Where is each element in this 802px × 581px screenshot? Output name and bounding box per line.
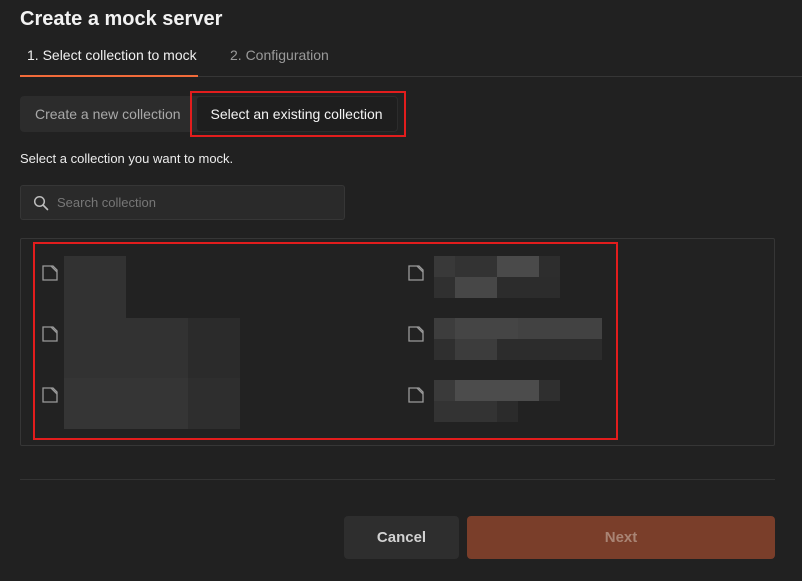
step-select-collection[interactable]: 1. Select collection to mock [20, 47, 198, 77]
collection-name-redacted [497, 401, 518, 422]
collection-name-redacted [455, 277, 497, 298]
collection-name-redacted [455, 380, 539, 401]
collection-name-redacted [518, 318, 602, 339]
cancel-button[interactable]: Cancel [344, 516, 459, 559]
collection-name-redacted [64, 318, 188, 378]
collection-name-redacted [188, 378, 240, 429]
collection-icon [408, 265, 424, 281]
dialog-title: Create a mock server [20, 8, 223, 30]
collection-name-redacted [64, 378, 188, 429]
collection-list [20, 238, 775, 446]
collection-name-redacted [434, 380, 455, 401]
select-existing-collection-tab[interactable]: Select an existing collection [196, 97, 397, 131]
stepper: 1. Select collection to mock 2. Configur… [20, 44, 802, 77]
collection-name-redacted [434, 277, 455, 298]
collection-name-redacted [455, 318, 518, 339]
search-icon [33, 195, 49, 211]
collection-icon [408, 387, 424, 403]
collection-icon [42, 326, 58, 342]
collection-name-redacted [434, 339, 455, 360]
collection-source-toggle: Create a new collection Select an existi… [20, 96, 398, 132]
collection-name-redacted [539, 380, 560, 401]
collection-name-redacted [497, 277, 560, 298]
collection-name-redacted [434, 256, 455, 277]
collection-icon [42, 387, 58, 403]
step-configuration[interactable]: 2. Configuration [230, 47, 329, 76]
collection-icon [408, 326, 424, 342]
search-box[interactable] [20, 185, 345, 220]
instruction-text: Select a collection you want to mock. [20, 151, 234, 166]
collection-name-redacted [455, 339, 497, 360]
collection-icon [42, 265, 58, 281]
collection-name-redacted [497, 256, 539, 277]
search-input[interactable] [57, 186, 337, 219]
collection-name-redacted [539, 256, 560, 277]
create-new-collection-tab[interactable]: Create a new collection [21, 97, 195, 131]
collection-name-redacted [64, 256, 126, 318]
collection-name-redacted [434, 401, 497, 422]
collection-name-redacted [434, 318, 455, 339]
collection-name-redacted [188, 318, 240, 378]
divider [20, 479, 775, 480]
collection-name-redacted [497, 339, 602, 360]
next-button[interactable]: Next [467, 516, 775, 559]
collection-name-redacted [455, 256, 497, 277]
